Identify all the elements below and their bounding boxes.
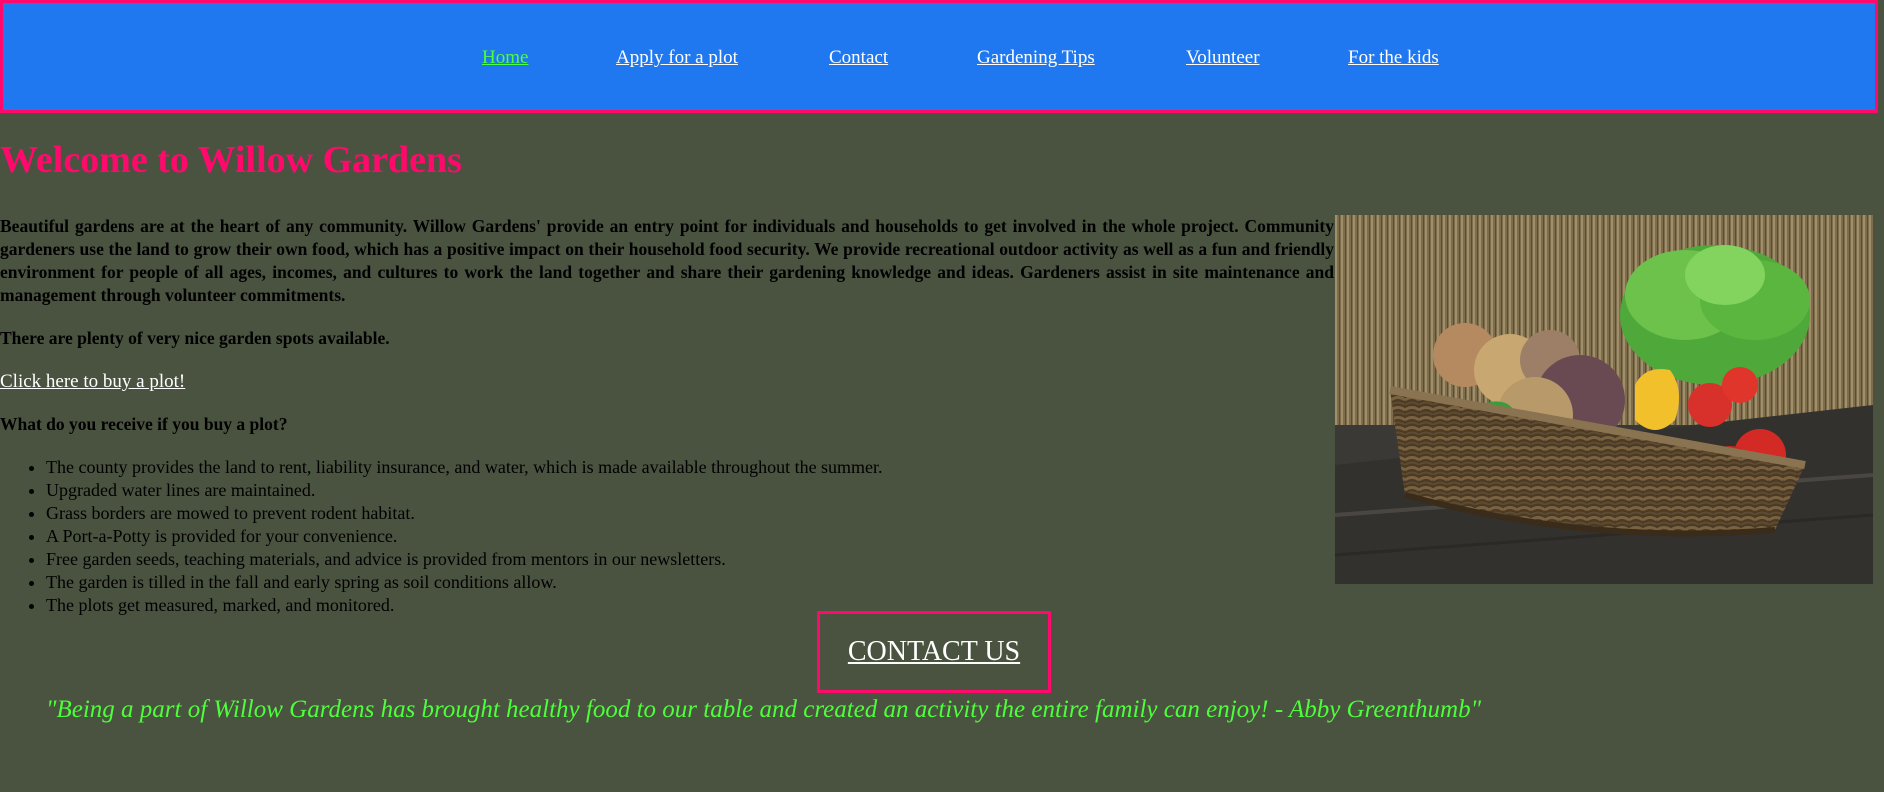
nav-link-gardening-tips[interactable]: Gardening Tips (977, 47, 1095, 69)
list-item: The plots get measured, marked, and moni… (46, 594, 883, 617)
list-item: The county provides the land to rent, li… (46, 456, 883, 479)
contact-us-link[interactable]: CONTACT US (848, 636, 1020, 668)
testimonial-quote: "Being a part of Willow Gardens has brou… (46, 696, 1482, 723)
top-navigation: Home Apply for a plot Contact Gardening … (0, 0, 1878, 113)
list-item: Grass borders are mowed to prevent roden… (46, 502, 883, 525)
benefits-heading: What do you receive if you buy a plot? (0, 414, 288, 434)
availability-text: There are plenty of very nice garden spo… (0, 328, 390, 348)
nav-link-contact[interactable]: Contact (829, 47, 888, 69)
list-item: Free garden seeds, teaching materials, a… (46, 548, 883, 571)
vegetable-basket-image (1335, 215, 1873, 584)
nav-list: Home Apply for a plot Contact Gardening … (3, 3, 1875, 110)
buy-plot-link[interactable]: Click here to buy a plot! (0, 371, 185, 393)
page-title: Welcome to Willow Gardens (0, 139, 462, 181)
intro-paragraph: Beautiful gardens are at the heart of an… (0, 216, 1334, 305)
nav-link-for-the-kids[interactable]: For the kids (1348, 47, 1439, 69)
nav-link-volunteer[interactable]: Volunteer (1186, 47, 1260, 69)
nav-link-home[interactable]: Home (482, 47, 528, 69)
list-item: A Port-a-Potty is provided for your conv… (46, 525, 883, 548)
list-item: Upgraded water lines are maintained. (46, 479, 883, 502)
list-item: The garden is tilled in the fall and ear… (46, 571, 883, 594)
benefits-list: The county provides the land to rent, li… (0, 456, 883, 617)
contact-us-button[interactable]: CONTACT US (817, 611, 1051, 693)
nav-link-apply-for-a-plot[interactable]: Apply for a plot (616, 47, 738, 69)
